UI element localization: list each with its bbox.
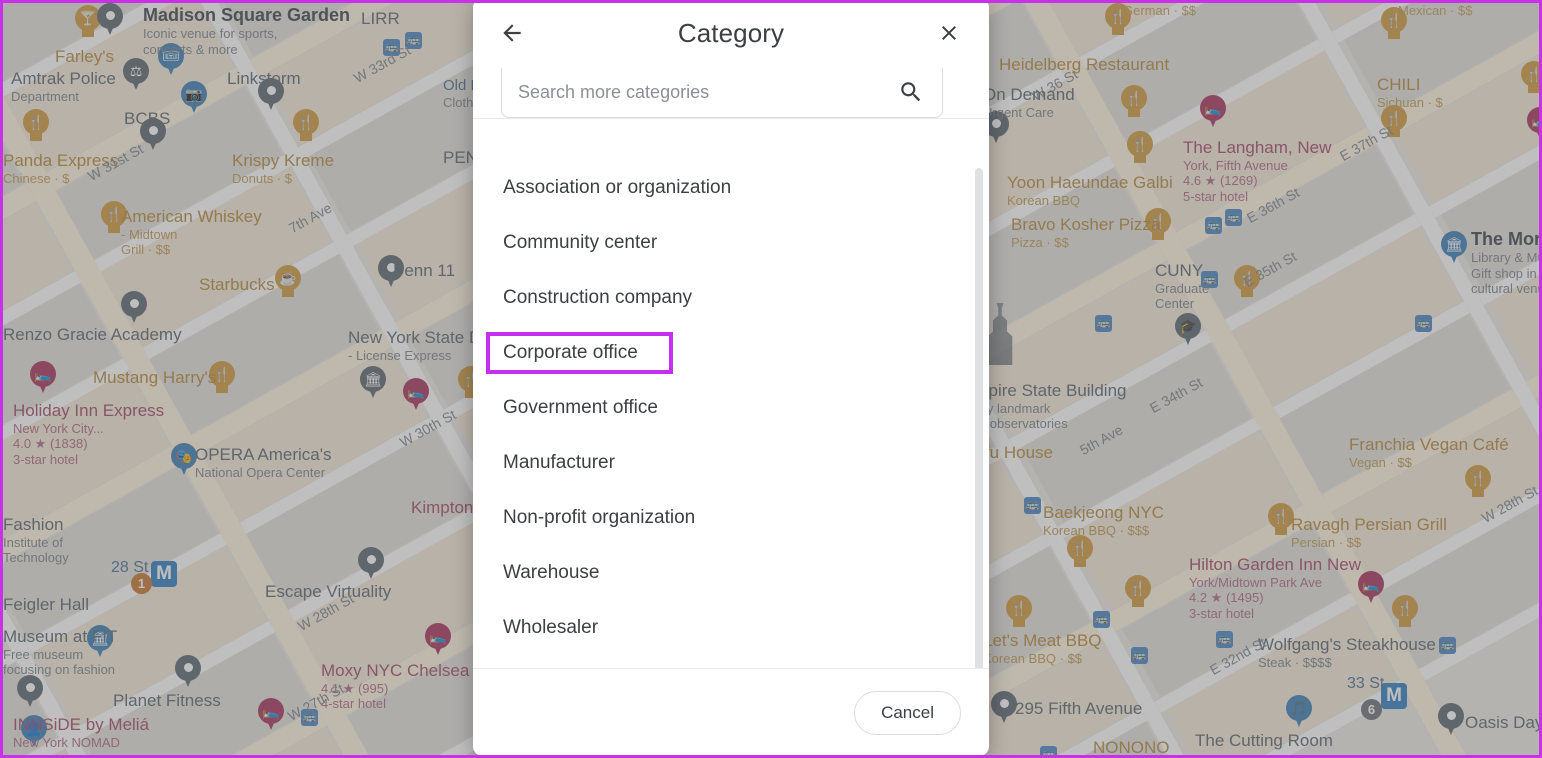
map-pin-ravagh[interactable]: 🍴 (1268, 503, 1294, 537)
transit-stop-icon[interactable]: 🚌 (1439, 637, 1456, 654)
transit-stop-icon[interactable]: 🚌 (301, 709, 318, 726)
map-pin-left-bottom[interactable] (17, 675, 43, 709)
map-pin-cuny[interactable]: 🎓 (1175, 313, 1201, 347)
transit-stop-icon[interactable]: 🚌 (1201, 271, 1218, 288)
map-pin-food-w36[interactable]: 🍴 (1121, 85, 1147, 119)
category-item[interactable]: Government office (473, 380, 989, 435)
map-pin-escape-virtuality[interactable] (358, 547, 384, 581)
category-list[interactable]: Association or organization Community cen… (473, 128, 989, 668)
map-pin-lets-meat[interactable]: 🍴 (1006, 595, 1032, 629)
map-pin-innside[interactable]: 🛌 (258, 698, 284, 732)
map-pin-linkstorm[interactable] (258, 78, 284, 112)
map-pin-museum-fit[interactable]: 🏛 (87, 625, 113, 659)
map-pin-krispy-kreme[interactable]: 🍴 (293, 109, 319, 143)
map-pin-hotel-30th[interactable]: 🛌 (403, 378, 429, 412)
transit-stop-icon[interactable]: 🚌 (1205, 217, 1222, 234)
dialog-title: Category (677, 17, 785, 48)
map-pin-bravo-kosher[interactable]: 🍴 (1145, 208, 1171, 242)
map-pin-food-mid[interactable]: 🍴 (1125, 575, 1151, 609)
map-pin-yoon-haeundae[interactable]: 🍴 (1127, 131, 1153, 165)
subway-station-28st[interactable]: M (151, 561, 177, 587)
category-item[interactable]: Non-profit organization (473, 490, 989, 545)
map-pin-heidelberg[interactable]: 🍴 (1105, 3, 1131, 37)
subway-line-1: 1 (131, 573, 152, 594)
map-pin-hilton-garden[interactable]: 🛌 (1358, 571, 1384, 605)
map-pin-mustang-harrys[interactable]: 🍴 (209, 361, 235, 395)
map-pin-chili[interactable]: 🍴 (1381, 105, 1407, 139)
transit-stop-icon[interactable]: 🚌 (383, 39, 400, 56)
map-pin-lirr[interactable] (97, 3, 123, 37)
dialog-footer: Cancel (473, 668, 989, 755)
map-pin-american-whiskey[interactable]: 🍴 (101, 201, 127, 235)
dialog-body: Association or organizationCommunity cen… (473, 68, 989, 668)
subway-station-33st[interactable]: M (1381, 683, 1407, 709)
dialog-header: Category (473, 3, 989, 68)
map-pin-food-right[interactable]: 🍴 (1521, 61, 1539, 95)
map-pin-penn11[interactable] (378, 255, 404, 289)
search-input[interactable] (518, 82, 898, 103)
map-pin-camera[interactable]: 📷 (181, 81, 207, 115)
transit-stop-icon[interactable]: 🚌 (1024, 497, 1041, 514)
cancel-button[interactable]: Cancel (854, 690, 961, 735)
map-pin-msg[interactable]: 🎟 (158, 43, 184, 77)
search-field-wrapper (501, 68, 943, 118)
category-item[interactable]: Community center (473, 215, 989, 270)
transit-stop-icon[interactable]: 🚌 (1225, 209, 1242, 226)
map-pin-mexican[interactable]: 🍴 (1381, 7, 1407, 41)
map-pin-baekjeong[interactable]: 🍴 (1067, 535, 1093, 569)
map-pin-langham[interactable]: 🛌 (1200, 95, 1226, 129)
map-pin-amtrak-police[interactable]: ⚖ (123, 58, 149, 92)
arrow-left-icon (503, 24, 521, 42)
map-pin-moxy[interactable]: 🛌 (425, 623, 451, 657)
map-pin-food-e35[interactable]: 🍴 (1234, 265, 1260, 299)
scrollbar-thumb[interactable] (975, 168, 983, 668)
category-dialog: Category Association or (473, 3, 989, 755)
category-item[interactable]: Corporate office (473, 325, 989, 380)
map-pin-morgan-library[interactable]: 🏛 (1441, 231, 1467, 265)
map-pin-dmv[interactable]: 🏛 (360, 366, 386, 400)
map-pin-starbucks[interactable]: ☕ (275, 265, 301, 299)
map-pin-renzo-gracie[interactable] (121, 291, 147, 325)
transit-stop-icon[interactable]: 🚌 (1216, 631, 1233, 648)
map-pin-holiday-inn[interactable]: 🛌 (30, 361, 56, 395)
map-pin-295-fifth[interactable] (991, 691, 1017, 725)
map-pin-wolfgangs[interactable]: 🍴 (1392, 595, 1418, 629)
header-divider (473, 118, 989, 119)
map-pin-hotel-right[interactable]: 🛌 (1527, 107, 1539, 141)
category-item[interactable]: Manufacturer (473, 435, 989, 490)
map-pin-cutting-room[interactable]: 🎵 (1286, 695, 1312, 729)
map-pin-oasis-day-spa[interactable] (1438, 703, 1464, 737)
map-pin-planet-fitness[interactable] (175, 655, 201, 689)
category-item[interactable]: Warehouse (473, 545, 989, 600)
transit-stop-icon[interactable]: 🚌 (1095, 315, 1112, 332)
category-list-scrollbar[interactable] (975, 168, 983, 668)
transit-stop-icon[interactable]: 🚌 (1131, 647, 1148, 664)
category-item[interactable]: Association or organization (473, 160, 989, 215)
transit-stop-icon[interactable]: 🚌 (1040, 746, 1057, 755)
close-button[interactable] (933, 17, 965, 49)
map-pin-franchia-vegan[interactable]: 🍴 (1465, 465, 1491, 499)
search-box[interactable] (501, 68, 943, 118)
map-pin-bcbs[interactable] (140, 118, 166, 152)
subway-line-6: 6 (1361, 699, 1382, 720)
map-pin-left-bottom2[interactable]: 👤 (21, 715, 47, 749)
category-item[interactable]: Wholesaler (473, 600, 989, 655)
transit-stop-icon[interactable]: 🚌 (1093, 611, 1110, 628)
back-button[interactable] (495, 16, 529, 50)
screenshot-root: 🍸 ⚖ 🎟 📷 🍴 🍴 🍴 ☕ 🛌 🍴 🎭 🏛 🛌 🍴 🛌 🏛 👤 🛌 M 1 … (0, 0, 1542, 758)
map-pin-opera-america[interactable]: 🎭 (171, 443, 197, 477)
transit-stop-icon[interactable]: 🚌 (405, 32, 422, 49)
map-pin-panda-express[interactable]: 🍴 (23, 109, 49, 143)
transit-stop-icon[interactable]: 🚌 (1415, 315, 1432, 332)
category-item[interactable]: Construction company (473, 270, 989, 325)
close-icon (942, 26, 956, 40)
search-icon[interactable] (898, 79, 924, 105)
